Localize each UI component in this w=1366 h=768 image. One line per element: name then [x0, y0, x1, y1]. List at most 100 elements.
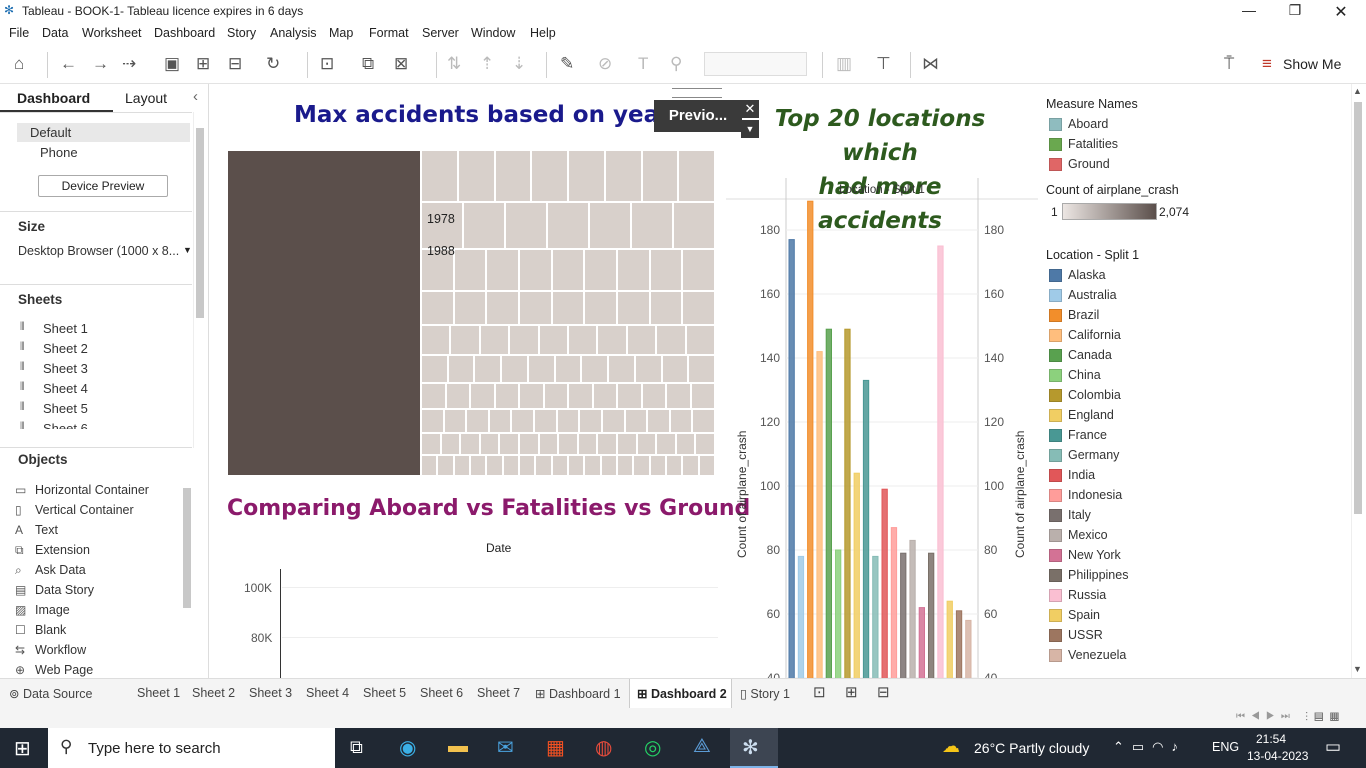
object-item[interactable]: ⌕ Ask Data — [0, 562, 178, 582]
measure-legend-item[interactable]: Aboard — [1046, 116, 1196, 134]
treemap-cell[interactable] — [460, 433, 480, 455]
tab-sheet-4[interactable]: Sheet 4 — [306, 686, 349, 700]
location-legend-item[interactable]: New York — [1046, 547, 1196, 565]
tab-sheet-6[interactable]: Sheet 6 — [420, 686, 463, 700]
treemap-cell[interactable] — [617, 291, 650, 325]
task-view-icon[interactable]: ⧉ — [350, 737, 363, 758]
treemap-cell[interactable] — [519, 249, 552, 291]
new-story-tab-icon[interactable]: ⊟ — [877, 683, 890, 701]
treemap-cell[interactable] — [682, 249, 715, 291]
treemap-cell[interactable] — [535, 455, 552, 476]
show-me-button[interactable]: Show Me — [1283, 56, 1341, 72]
clock-time[interactable]: 21:54 — [1256, 732, 1286, 746]
treemap-cell[interactable] — [453, 291, 487, 325]
tab-dashboard-1[interactable]: ⊞ Dashboard 1 — [535, 686, 621, 701]
bar[interactable] — [797, 555, 805, 678]
treemap-cell[interactable] — [421, 355, 448, 383]
treemap-cell[interactable] — [678, 150, 715, 202]
bar[interactable] — [946, 600, 953, 678]
menu-window[interactable]: Window — [471, 26, 515, 40]
treemap-cell[interactable] — [633, 455, 650, 476]
vscode-icon[interactable]: ⟁ — [693, 735, 711, 758]
pause-updates-icon[interactable]: ⊟ — [228, 54, 242, 74]
new-worksheet-icon[interactable]: ⊡ — [320, 54, 334, 74]
canvas-scrollbar[interactable]: ▲ ▼ — [1351, 84, 1363, 678]
location-legend-item[interactable]: Mexico — [1046, 527, 1196, 545]
object-item[interactable]: ▭ Horizontal Container — [0, 482, 178, 502]
menu-format[interactable]: Format — [369, 26, 409, 40]
treemap-cell[interactable] — [543, 383, 568, 409]
treemap-cell[interactable] — [698, 455, 715, 476]
treemap-cell[interactable] — [519, 455, 536, 476]
object-item[interactable]: ▯ Vertical Container — [0, 502, 178, 522]
treemap-cell[interactable] — [695, 433, 715, 455]
sort-asc-icon[interactable]: ⇡ — [480, 54, 494, 74]
sheet-item[interactable]: Sheet 2 — [43, 341, 88, 356]
treemap-cell[interactable] — [227, 150, 421, 476]
group-icon[interactable]: ⊘ — [598, 54, 612, 74]
treemap-cell[interactable] — [421, 325, 451, 355]
device-preview-button[interactable]: Device Preview — [38, 175, 168, 197]
treemap-cell[interactable] — [577, 433, 598, 455]
treemap-cell[interactable] — [584, 291, 617, 325]
location-bar-chart[interactable]: Location - Split 1 180 180 160 160 140 140 120 1… — [726, 178, 1038, 678]
menu-map[interactable]: Map — [329, 26, 353, 40]
left-panel-scrollbar[interactable] — [193, 112, 205, 448]
location-legend-item[interactable]: China — [1046, 367, 1196, 385]
more-options-icon[interactable]: ▼ — [741, 120, 759, 138]
tab-layout-panel[interactable]: Layout — [125, 90, 167, 106]
treemap-cell[interactable] — [649, 249, 683, 291]
bar[interactable] — [825, 328, 832, 678]
treemap-cell[interactable] — [509, 325, 539, 355]
treemap-cell[interactable] — [551, 455, 568, 476]
treemap-cell[interactable] — [608, 355, 635, 383]
treemap-cell[interactable] — [421, 150, 458, 202]
treemap-cell[interactable] — [688, 355, 715, 383]
location-legend-item[interactable]: Russia — [1046, 587, 1196, 605]
treemap-cell[interactable] — [656, 433, 676, 455]
treemap-cell[interactable] — [666, 455, 683, 476]
treemap-cell[interactable] — [531, 150, 568, 202]
sheet-item[interactable]: Sheet 3 — [43, 361, 88, 376]
menu-file[interactable]: File — [9, 26, 29, 40]
tab-sheet-3[interactable]: Sheet 3 — [249, 686, 292, 700]
menu-help[interactable]: Help — [530, 26, 556, 40]
treemap-cell[interactable] — [673, 202, 715, 249]
restore-icon[interactable]: ❐ — [1272, 2, 1318, 19]
tab-sheet-7[interactable]: Sheet 7 — [477, 686, 520, 700]
treemap-cell[interactable] — [447, 355, 475, 383]
tray-icons[interactable]: ⌃▭◠♪ — [1113, 739, 1186, 755]
object-item[interactable]: ⊕ Web Page — [0, 662, 178, 678]
treemap-cell[interactable] — [534, 409, 557, 433]
location-legend-item[interactable]: Venezuela — [1046, 647, 1196, 665]
treemap-cell[interactable] — [519, 383, 544, 409]
close-icon[interactable]: ✕ — [741, 100, 759, 118]
collapse-panel-icon[interactable]: ‹ — [193, 88, 198, 105]
show-me-icon[interactable]: ≡ — [1262, 54, 1272, 74]
treemap-cell[interactable] — [597, 433, 617, 455]
mail-icon[interactable]: ✉ — [497, 735, 514, 760]
treemap-cell[interactable] — [499, 433, 519, 455]
object-item[interactable]: ▤ Data Story — [0, 582, 178, 602]
menu-dashboard[interactable]: Dashboard — [154, 26, 215, 40]
location-legend-item[interactable]: Spain — [1046, 607, 1196, 625]
refresh-icon[interactable]: ↻ — [266, 54, 280, 74]
treemap-cell[interactable] — [474, 355, 502, 383]
treemap-cell[interactable] — [669, 409, 693, 433]
treemap-cell[interactable] — [445, 383, 470, 409]
treemap-cell[interactable] — [486, 249, 519, 291]
treemap-cell[interactable] — [675, 433, 696, 455]
menu-data[interactable]: Data — [42, 26, 68, 40]
new-worksheet-tab-icon[interactable]: ⊡ — [813, 683, 826, 701]
measure-legend-item[interactable]: Ground — [1046, 156, 1196, 174]
treemap-cell[interactable] — [554, 355, 582, 383]
bar[interactable] — [788, 239, 795, 678]
replay-icon[interactable]: ⇢ — [122, 54, 136, 74]
treemap-cell[interactable] — [597, 325, 627, 355]
objects-scrollbar[interactable] — [181, 474, 193, 674]
treemap-cell[interactable] — [641, 150, 679, 202]
bar[interactable] — [835, 549, 842, 678]
treemap-cell[interactable] — [494, 383, 519, 409]
treemap-cell[interactable] — [479, 325, 510, 355]
treemap-cell[interactable] — [421, 433, 441, 455]
